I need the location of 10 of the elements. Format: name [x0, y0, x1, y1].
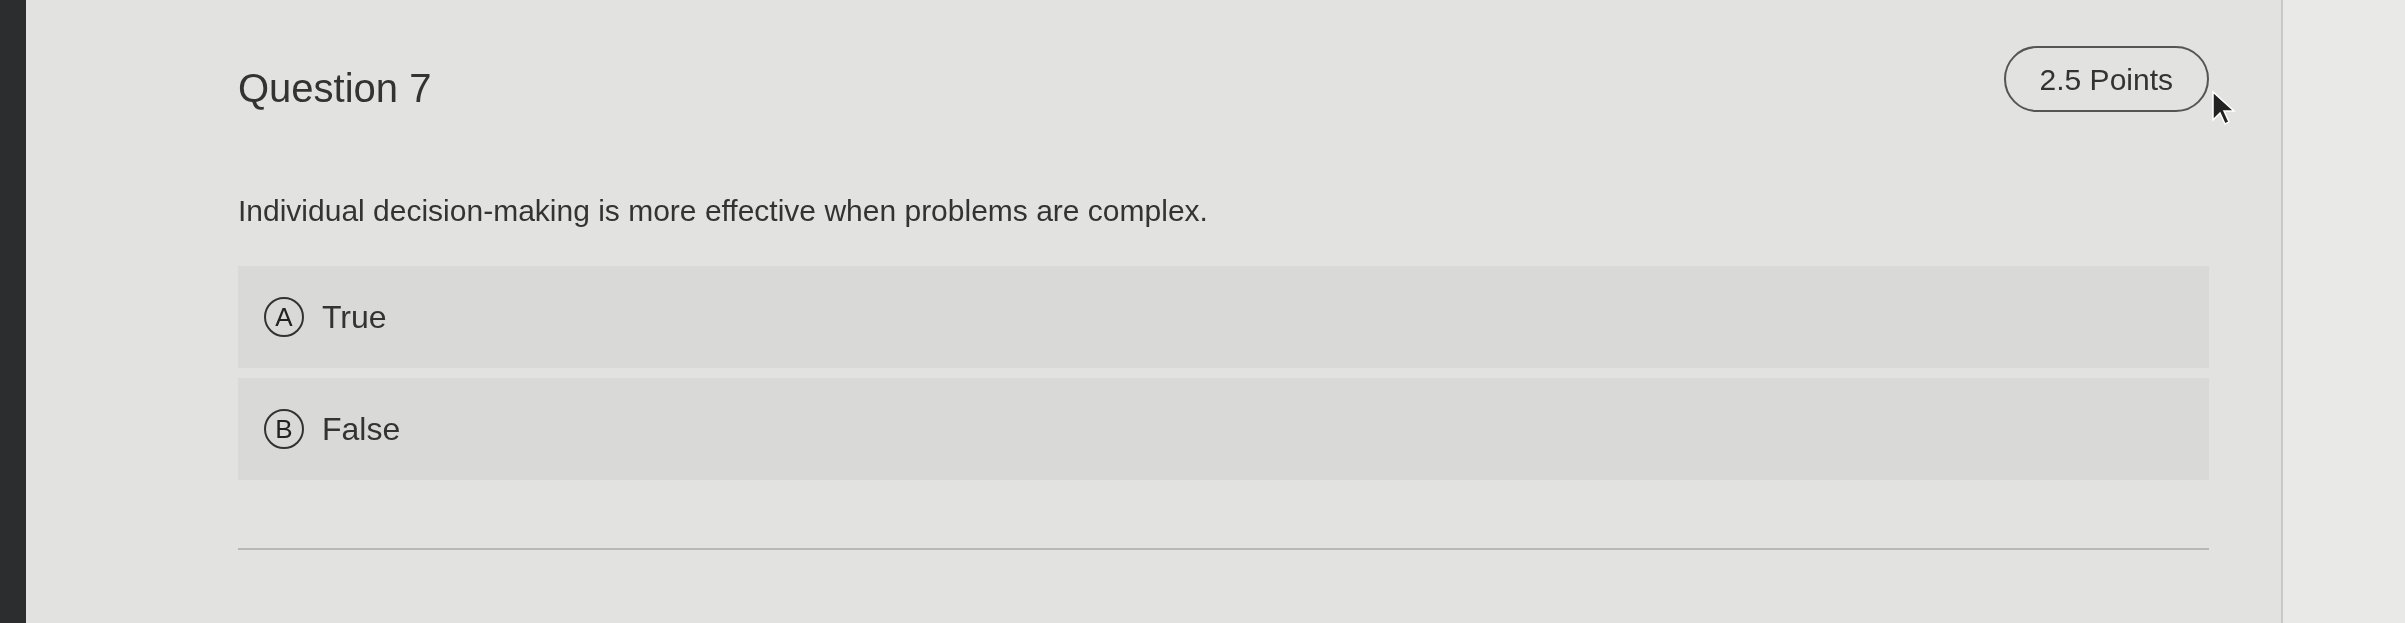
option-letter: A	[264, 297, 304, 337]
points-badge: 2.5 Points	[2003, 46, 2209, 112]
option-label: False	[322, 410, 401, 449]
question-text: Individual decision-making is more effective when problems are complex.	[238, 196, 1209, 226]
option-label: True	[322, 298, 387, 337]
question-title: Question 7	[238, 68, 432, 108]
answer-option[interactable]: B False	[238, 378, 2209, 480]
option-letter: B	[264, 409, 304, 449]
answer-option[interactable]: A True	[238, 266, 2209, 368]
cursor-icon	[2209, 90, 2239, 126]
